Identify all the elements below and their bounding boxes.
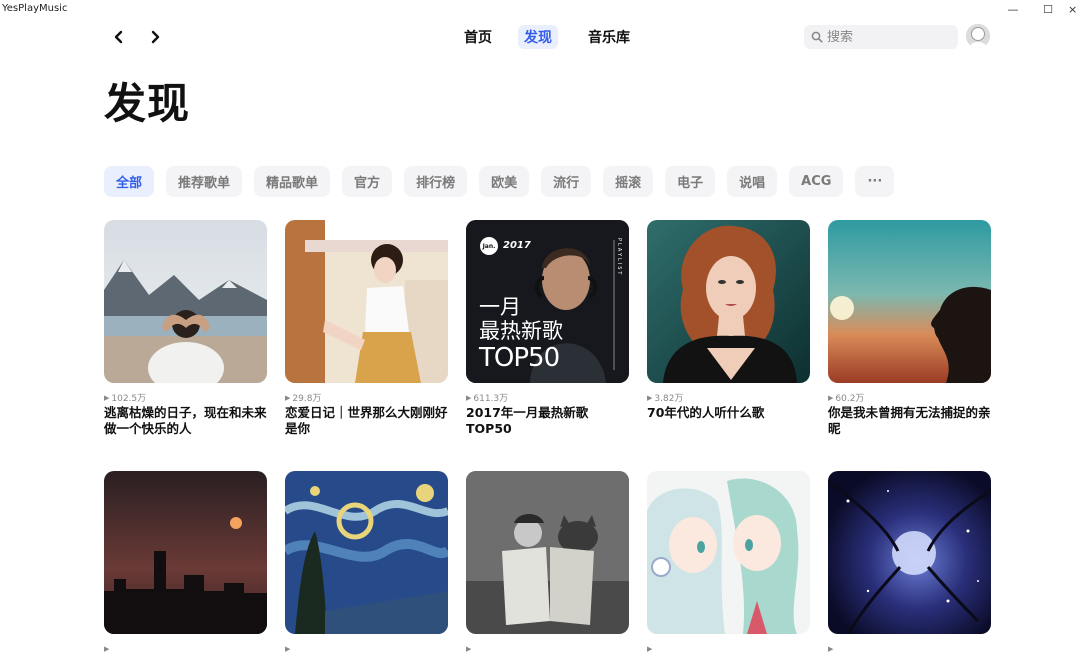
playlist-card[interactable]: ▶ [466, 471, 629, 656]
play-count: ▶ 611.3万 [466, 392, 629, 405]
playlist-cover[interactable] [828, 471, 991, 634]
playlist-card[interactable]: ▶ 60.2万 你是我未曾拥有无法捕捉的亲昵 [828, 220, 991, 437]
category-recommended[interactable]: 推荐歌单 [166, 166, 243, 197]
play-icon: ▶ [104, 393, 110, 402]
cover-line3: TOP50 [479, 343, 560, 373]
tab-home[interactable]: 首页 [458, 25, 498, 49]
play-icon: ▶ [285, 644, 291, 653]
category-featured[interactable]: 精品歌单 [254, 166, 331, 197]
playlist-cover[interactable] [466, 471, 629, 634]
window-titlebar: YesPlayMusic — ☐ × [0, 0, 1080, 18]
search-icon [810, 30, 824, 44]
close-button[interactable]: × [1068, 0, 1080, 18]
playlist-title[interactable]: 2017年一月最热新歌TOP50 [466, 405, 629, 437]
play-icon: ▶ [466, 644, 472, 653]
playlist-title[interactable]: 70年代的人听什么歌 [647, 405, 810, 421]
category-rock[interactable]: 摇滚 [603, 166, 654, 197]
maximize-button[interactable]: ☐ [1033, 0, 1063, 18]
category-more-button[interactable]: ··· [855, 166, 895, 197]
category-rap[interactable]: 说唱 [727, 166, 778, 197]
play-count: ▶ [828, 643, 991, 654]
category-acg[interactable]: ACG [789, 166, 844, 197]
play-count-value: 102.5万 [111, 394, 147, 404]
category-pop[interactable]: 流行 [541, 166, 592, 197]
playlist-card[interactable]: ▶ [647, 471, 810, 656]
playlist-card[interactable]: Jan. 2017 PLAYLIST 一月 最热新歌 TOP50 ▶ 611.3万… [466, 220, 629, 437]
playlist-card[interactable]: ▶ [828, 471, 991, 656]
playlist-cover[interactable] [647, 220, 810, 383]
playlist-cover[interactable] [828, 220, 991, 383]
play-count: ▶ 60.2万 [828, 392, 991, 405]
playlist-cover[interactable] [104, 220, 267, 383]
user-icon [966, 24, 990, 48]
playlist-cover[interactable] [647, 471, 810, 634]
play-icon: ▶ [285, 393, 291, 402]
playlist-title[interactable]: 逃离枯燥的日子，现在和未来做一个快乐的人 [104, 405, 267, 437]
play-icon: ▶ [104, 644, 110, 653]
play-count: ▶ 29.8万 [285, 392, 448, 405]
playlist-title[interactable]: 你是我未曾拥有无法捕捉的亲昵 [828, 405, 991, 437]
category-all[interactable]: 全部 [104, 166, 155, 197]
playlist-card[interactable]: ▶ 3.82万 70年代的人听什么歌 [647, 220, 810, 421]
cover-year: 2017 [503, 240, 531, 251]
play-count: ▶ 3.82万 [647, 392, 810, 405]
category-charts[interactable]: 排行榜 [404, 166, 468, 197]
forward-button[interactable] [146, 28, 164, 46]
tab-explore[interactable]: 发现 [518, 25, 558, 49]
cover-line1: 一月 [479, 295, 521, 319]
cover-line2: 最热新歌 [479, 319, 563, 343]
playlist-cover[interactable]: Jan. 2017 PLAYLIST 一月 最热新歌 TOP50 [466, 220, 629, 383]
playlist-cover[interactable] [285, 471, 448, 634]
play-count-value: 611.3万 [473, 394, 509, 404]
search-box[interactable] [804, 25, 958, 49]
category-western[interactable]: 欧美 [479, 166, 530, 197]
play-icon: ▶ [647, 644, 653, 653]
play-icon: ▶ [828, 644, 834, 653]
tab-library[interactable]: 音乐库 [582, 25, 636, 49]
play-count: ▶ [466, 643, 629, 654]
category-electronic[interactable]: 电子 [665, 166, 716, 197]
play-count-value: 29.8万 [292, 394, 322, 404]
category-official[interactable]: 官方 [342, 166, 393, 197]
play-icon: ▶ [647, 393, 653, 402]
play-count-value: 3.82万 [654, 394, 684, 404]
playlist-cover[interactable] [104, 471, 267, 634]
playlist-cover[interactable] [285, 220, 448, 383]
play-count: ▶ [285, 643, 448, 654]
minimize-button[interactable]: — [998, 0, 1028, 18]
chevron-left-icon [114, 30, 123, 44]
playlist-card[interactable]: ▶ 29.8万 恋爱日记｜世界那么大刚刚好是你 [285, 220, 448, 437]
page-title: 发现 [104, 79, 191, 128]
search-input[interactable] [827, 29, 947, 45]
cover-side-label: PLAYLIST [616, 238, 622, 277]
cover-badge: Jan. [480, 237, 498, 255]
avatar[interactable] [966, 24, 990, 48]
play-count: ▶ 102.5万 [104, 392, 267, 405]
chevron-right-icon [151, 30, 160, 44]
playlist-card[interactable]: ▶ [285, 471, 448, 656]
category-bar: 全部 推荐歌单 精品歌单 官方 排行榜 欧美 流行 摇滚 电子 说唱 ACG ·… [104, 166, 895, 197]
app-title: YesPlayMusic [2, 3, 68, 14]
playlist-title[interactable]: 恋爱日记｜世界那么大刚刚好是你 [285, 405, 448, 437]
play-icon: ▶ [828, 393, 834, 402]
play-count: ▶ [104, 643, 267, 654]
play-icon: ▶ [466, 393, 472, 402]
back-button[interactable] [110, 28, 128, 46]
playlist-card[interactable]: ▶ [104, 471, 267, 656]
play-count-value: 60.2万 [835, 394, 865, 404]
playlist-card[interactable]: ▶ 102.5万 逃离枯燥的日子，现在和未来做一个快乐的人 [104, 220, 267, 437]
play-count: ▶ [647, 643, 810, 654]
